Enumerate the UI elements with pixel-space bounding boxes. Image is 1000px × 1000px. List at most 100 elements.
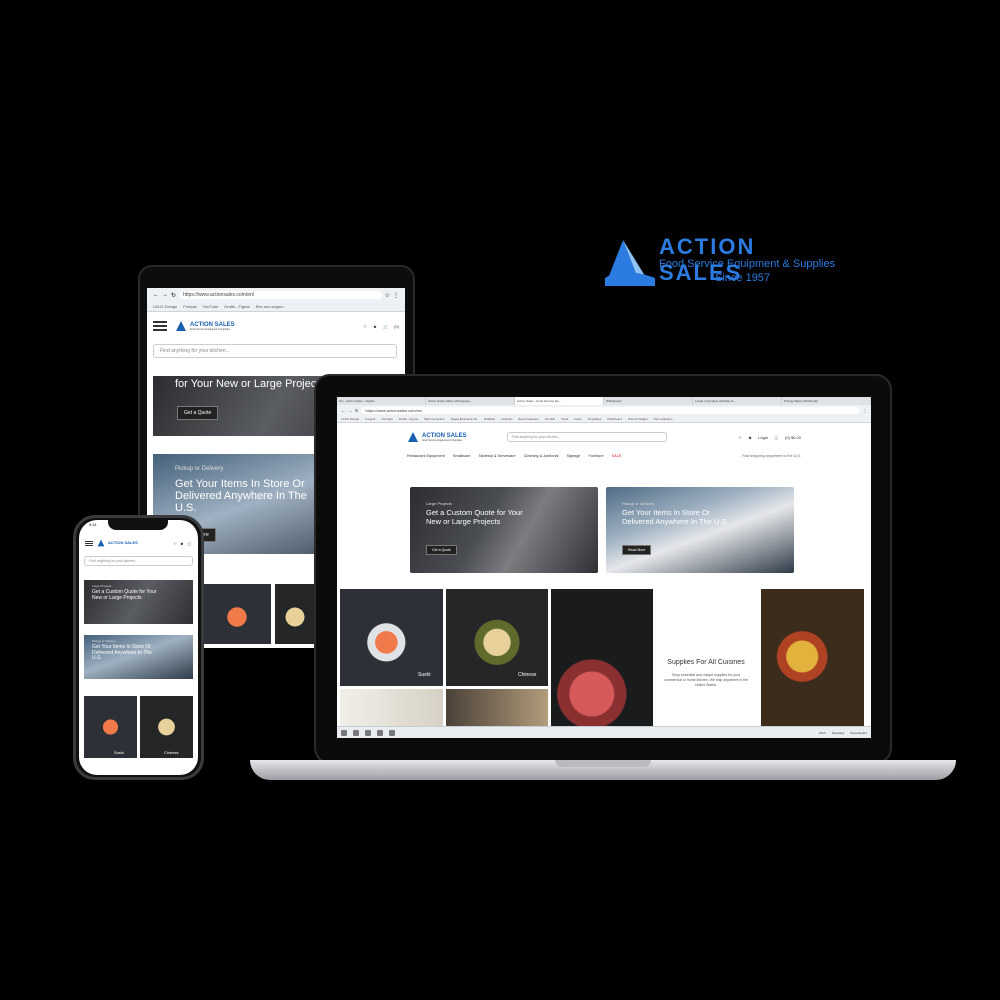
star-icon[interactable]: ☆ [385, 292, 390, 299]
reload-icon[interactable]: ↻ [355, 408, 358, 413]
tablet-get-quote-button[interactable]: Get a Quote [177, 406, 219, 420]
bookmark-item[interactable]: Pixel & Widget [628, 417, 648, 421]
bookmark-item[interactable]: Freepik [365, 417, 375, 421]
nav-item-sale[interactable]: SALE [612, 454, 622, 458]
bookmark-item[interactable]: UI/UX Design [153, 304, 177, 309]
bookmark-item[interactable]: UI/UX Design [341, 417, 359, 421]
phone-notch [108, 520, 168, 530]
bookmark-item[interactable]: YouTube [203, 304, 219, 309]
app-icon[interactable] [377, 729, 383, 736]
user-icon[interactable]: ☻ [748, 435, 752, 440]
tablet-bookmarks-bar: UI/UX Design Freepik YouTube Drafts - Fi… [147, 302, 405, 311]
bookmark-item[interactable]: UX Hub [545, 417, 556, 421]
tile-korean-bbq[interactable] [551, 589, 653, 738]
bookmark-item[interactable]: Templates [588, 417, 602, 421]
tile-sushi[interactable]: Sushi [340, 589, 443, 686]
tablet-browser-chrome: ← → ↻ https://www.actionsales.com/en/ ☆ … [147, 288, 405, 312]
taskbar-label[interactable]: Weekday [832, 731, 844, 735]
phone-tile-chinese[interactable]: Chinese [140, 696, 193, 758]
bookmark-item[interactable]: Drafts - Figma [224, 304, 249, 309]
phone-site-logo[interactable]: ACTION SALES [97, 539, 138, 547]
hero-custom-quote: Large Projects Get a Custom Quote for Yo… [410, 487, 598, 573]
phone-tile-sushi[interactable]: Sushi [84, 696, 137, 758]
phone-search-input[interactable]: Find anything for your kitchen... [84, 556, 193, 566]
login-link[interactable]: Login [758, 435, 768, 440]
browser-tab-active[interactable]: Action Sales - Food Service Eq... [515, 397, 604, 405]
us-flag-icon[interactable]: ⚐ [173, 541, 177, 546]
taskbar-label[interactable]: Dreamboard [850, 731, 867, 735]
phone-header-actions: ⚐ ☻ 🛒 [173, 541, 192, 546]
tablet-tile-sushi[interactable] [203, 584, 271, 644]
tablet-header-actions: ⚐ ☻ 🛒 (0) [363, 324, 399, 329]
bookmark-item[interactable]: Tips collection [654, 417, 673, 421]
cart-count[interactable]: (0) [394, 324, 399, 329]
tile-mexican[interactable] [761, 589, 864, 738]
forward-icon[interactable]: → [162, 292, 168, 298]
app-icon[interactable] [353, 729, 359, 736]
user-icon[interactable]: ☻ [373, 324, 377, 329]
hamburger-menu-icon[interactable] [85, 540, 93, 546]
tablet-url-bar[interactable]: https://www.actionsales.com/en/ [179, 291, 382, 299]
cart-icon[interactable]: 🛒 [187, 541, 192, 546]
browser-tab[interactable]: Action Sales (Main) Workspace... [426, 397, 515, 405]
bookmark-item[interactable]: SEO Generator [424, 417, 445, 421]
us-flag-icon[interactable]: ⚐ [738, 435, 742, 440]
browser-tab[interactable]: Pro - Action Sales - Digital... [337, 397, 426, 405]
bookmark-item[interactable]: Tools [561, 417, 568, 421]
reload-icon[interactable]: ↻ [171, 292, 176, 299]
bookmark-item[interactable]: Best Freelance [518, 417, 538, 421]
hero-quote-title: Get a Custom Quote for Your New or Large… [426, 508, 523, 526]
user-icon[interactable]: ☻ [180, 541, 184, 546]
bookmark-item[interactable]: YouTube [381, 417, 393, 421]
forward-icon[interactable]: → [348, 408, 352, 413]
laptop-bookmarks-bar: UI/UX Design Freepik YouTube Drafts - Fi… [337, 416, 871, 422]
tile-chinese[interactable]: Chinese [446, 589, 548, 686]
bookmark-item[interactable]: Dashboard [607, 417, 622, 421]
app-icon[interactable] [365, 729, 371, 736]
cart-icon[interactable]: 🛒 [383, 324, 388, 329]
tablet-search-input[interactable]: Find anything for your kitchen... [153, 344, 397, 358]
bookmark-item[interactable]: Pages Business Lib. [451, 417, 478, 421]
browser-tab[interactable]: Whiteboard [604, 397, 693, 405]
laptop-site-logo[interactable]: ACTION SALES Food Service Equipment & Su… [407, 431, 467, 443]
bookmark-item[interactable]: Freepik [183, 304, 196, 309]
tablet-hero-quote-title: for Your New or Large Projects [175, 378, 325, 390]
browser-tab[interactable]: Leads | Complete Website Is... [693, 397, 782, 405]
read-more-button[interactable]: Read More [622, 545, 652, 555]
laptop-search-input[interactable]: Find anything for your kitchen... [506, 432, 667, 442]
menu-dots-icon[interactable]: ⋮ [393, 292, 399, 299]
laptop-browser-chrome: Pro - Action Sales - Digital... Action S… [337, 397, 871, 423]
phone-hero-quote: Large Projects Get a Custom Quote for Yo… [84, 580, 193, 624]
laptop-hinge-notch [555, 760, 651, 767]
bookmark-item[interactable]: Fonts [574, 417, 582, 421]
app-icon[interactable] [389, 729, 395, 736]
tablet-tile-chinese[interactable] [275, 584, 315, 644]
bookmark-item[interactable]: LinkedIn [501, 417, 512, 421]
bookmark-item[interactable]: Dribbble [484, 417, 495, 421]
nav-item[interactable]: Cleaning & Janitorial [524, 454, 559, 458]
get-quote-button[interactable]: Get a Quote [426, 545, 458, 555]
bookmark-item[interactable]: Drafts - Figma [399, 417, 418, 421]
browser-tab[interactable]: Pricing Matrix (Old Email) [782, 397, 871, 405]
nav-item[interactable]: Tabletop & Serveware [479, 454, 516, 458]
nav-item[interactable]: Smallware [453, 454, 471, 458]
phone-tile-sushi-label: Sushi [114, 750, 125, 755]
nav-item[interactable]: Furniture [588, 454, 603, 458]
laptop-url-bar[interactable]: https://www.actionsales.com/en/ [361, 407, 860, 414]
shipping-note: Fast shipping anywhere in the U.S. [742, 454, 801, 458]
hamburger-menu-icon[interactable] [153, 321, 167, 331]
cart-icon[interactable]: 🛒 [774, 435, 779, 440]
start-icon[interactable] [341, 729, 347, 736]
bookmark-item[interactable]: Rec sec-seguro [256, 304, 284, 309]
menu-dots-icon[interactable]: ⋮ [863, 408, 867, 413]
nav-item[interactable]: Restaurant Equipment [407, 454, 445, 458]
tablet-site-logo[interactable]: ACTION SALES Food Service Equipment & Su… [175, 320, 235, 332]
taskbar-label[interactable]: Work [819, 731, 826, 735]
nav-item[interactable]: Signage [567, 454, 581, 458]
cart-total[interactable]: (0) $0.00 [785, 435, 801, 440]
back-icon[interactable]: ← [341, 408, 345, 413]
laptop-site-header: ACTION SALES Food Service Equipment & Su… [337, 423, 871, 451]
us-flag-icon[interactable]: ⚐ [363, 324, 367, 329]
tablet-hero-delivery-title: Get Your Items In Store Or Delivered Any… [175, 478, 307, 515]
back-icon[interactable]: ← [153, 292, 159, 298]
